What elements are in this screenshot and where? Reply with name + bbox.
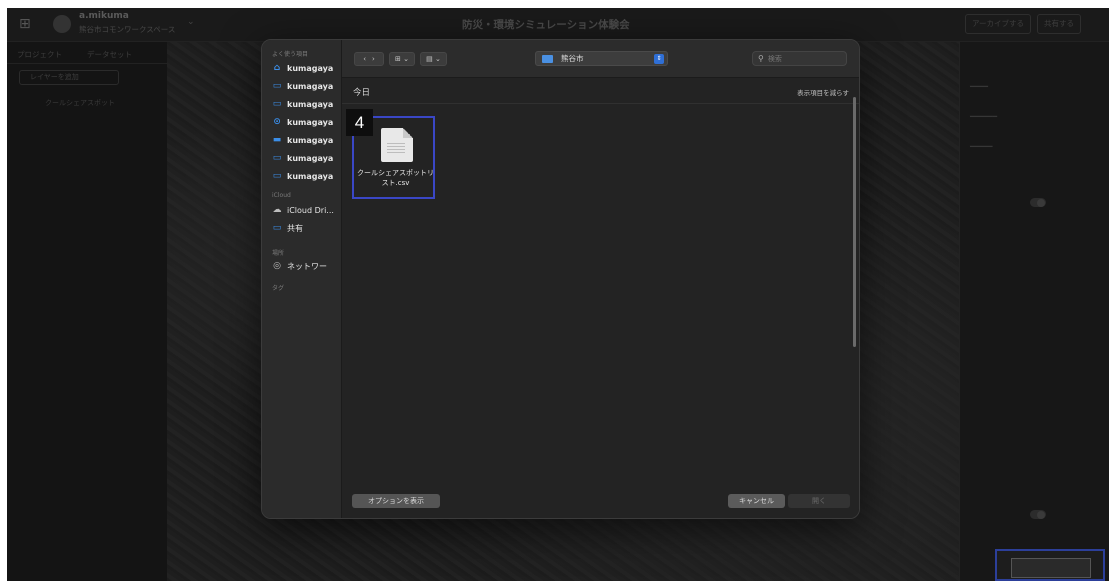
file-browser: 今日 表示項目を減らす クールシェアスポットリスト.csv 4 オプションを表示… xyxy=(342,79,859,518)
back-icon[interactable]: ‹ xyxy=(363,55,366,63)
workspace-name: 熊谷市コモンワークスペース xyxy=(79,25,176,34)
user-name: a.mikuma xyxy=(79,11,129,21)
project-title: 防災・環境シミュレーション体験会 xyxy=(462,19,630,31)
panel-line: ━━━━━ xyxy=(970,142,993,151)
sidebar-item-label: kumagaya xyxy=(287,171,334,181)
step-badge: 4 xyxy=(346,109,373,136)
show-fewer-link[interactable]: 表示項目を減らす xyxy=(797,87,849,97)
sidebar-item-folder[interactable]: ▭ kumagaya xyxy=(271,151,334,165)
open-button[interactable]: 開く xyxy=(788,494,850,508)
forward-icon[interactable]: › xyxy=(372,55,375,63)
tab-project[interactable]: プロジェクト xyxy=(17,49,62,60)
path-label: 熊谷市 xyxy=(561,54,584,63)
network-icon: ◎ xyxy=(273,261,281,271)
finder-sidebar: よく使う項目 ⌂ kumagaya ▭ kumagaya ▭ kumagaya … xyxy=(262,40,342,518)
panel-line: ━━━━ xyxy=(970,82,989,91)
cancel-button[interactable]: キャンセル xyxy=(728,494,785,508)
grid-view-icon: ⊞ ⌄ xyxy=(395,55,409,63)
search-input[interactable]: ⚲ 検索 xyxy=(752,51,847,66)
folder-icon: ▭ xyxy=(272,153,282,163)
path-popup[interactable]: 熊谷市 ⇕ xyxy=(535,51,668,66)
dialog-toolbar: ‹ › ⊞ ⌄ ▤ ⌄ 熊谷市 ⇕ ⚲ 検索 xyxy=(342,40,859,78)
search-icon: ⚲ xyxy=(758,54,764,63)
archive-button[interactable]: アーカイブする xyxy=(965,14,1032,34)
folder-icon: ▭ xyxy=(272,99,282,109)
csv-file-icon xyxy=(381,128,413,162)
chevron-updown-icon: ⇕ xyxy=(654,54,664,64)
icon-view-button[interactable]: ⊞ ⌄ xyxy=(389,52,415,66)
file-name: クールシェアスポットリスト.csv xyxy=(357,169,434,187)
apps-grid-icon[interactable]: ⊞ xyxy=(19,16,37,34)
sidebar-item-label: ネットワー xyxy=(287,261,327,271)
scrollbar[interactable] xyxy=(853,97,856,347)
show-options-button[interactable]: オプションを表示 xyxy=(352,494,440,508)
home-icon: ⌂ xyxy=(273,63,281,73)
sidebar-item-desktop[interactable]: ▬ kumagaya xyxy=(271,133,334,147)
download-icon: ⊙ xyxy=(273,117,281,127)
sidebar-item-network[interactable]: ◎ ネットワー xyxy=(271,259,327,273)
sidebar-item-folder[interactable]: ▭ kumagaya xyxy=(271,79,334,93)
desktop-icon: ▬ xyxy=(272,135,282,145)
panel-line: ━━━━━━ xyxy=(970,112,998,121)
back-forward-buttons[interactable]: ‹ › xyxy=(354,52,384,66)
chevron-down-icon[interactable]: ⌄ xyxy=(187,17,195,27)
toggle-switch[interactable] xyxy=(1030,198,1046,207)
right-panel: ━━━━ ━━━━━━ ━━━━━ xyxy=(959,42,1109,581)
sidebar-item-label: iCloud Dri... xyxy=(287,205,334,215)
folder-icon xyxy=(542,54,553,63)
section-title: 今日 xyxy=(353,88,371,98)
sidebar-item-home[interactable]: ⌂ kumagaya xyxy=(271,61,333,75)
favorites-heading: よく使う項目 xyxy=(272,51,309,58)
sidebar-item-shared[interactable]: ▭ 共有 xyxy=(271,221,303,235)
icloud-heading: iCloud xyxy=(272,192,291,199)
sidebar-item-label: 共有 xyxy=(287,223,303,233)
locations-heading: 場所 xyxy=(272,250,285,257)
tab-dataset[interactable]: データセット xyxy=(87,49,132,60)
sidebar-item-label: kumagaya xyxy=(287,63,334,73)
sidebar-item-label: kumagaya xyxy=(287,117,334,127)
sidebar-item-label: kumagaya xyxy=(287,81,334,91)
sidebar-item-icloud-drive[interactable]: ☁ iCloud Dri... xyxy=(271,203,334,217)
tags-heading: タグ xyxy=(272,285,285,292)
shared-folder-icon: ▭ xyxy=(272,223,282,233)
cloud-icon: ☁ xyxy=(272,205,282,215)
group-button[interactable]: ▤ ⌄ xyxy=(420,52,447,66)
sidebar-item-downloads[interactable]: ⊙ kumagaya xyxy=(271,115,333,129)
search-placeholder: 検索 xyxy=(767,54,782,63)
folder-icon: ▭ xyxy=(272,81,282,91)
sidebar-item-label: kumagaya xyxy=(287,99,334,109)
file-open-dialog: よく使う項目 ⌂ kumagaya ▭ kumagaya ▭ kumagaya … xyxy=(261,39,860,519)
avatar[interactable] xyxy=(53,15,71,33)
app-topbar: ⊞ a.mikuma 熊谷市コモンワークスペース ⌄ 防災・環境シミュレーション… xyxy=(7,8,1109,42)
layer-item[interactable]: クールシェアスポット xyxy=(45,98,115,108)
folder-icon: ▭ xyxy=(272,171,282,181)
sidebar-item-folder[interactable]: ▭ kumagaya xyxy=(271,97,334,111)
minimap[interactable] xyxy=(995,549,1105,581)
add-layer-button[interactable]: レイヤーを追加 xyxy=(19,70,119,85)
sidebar-item-label: kumagaya xyxy=(287,135,334,145)
divider xyxy=(342,103,859,104)
toggle-switch[interactable] xyxy=(1030,510,1046,519)
group-icon: ▤ ⌄ xyxy=(426,55,441,63)
sidebar-item-label: kumagaya xyxy=(287,153,334,163)
left-panel-tabs: プロジェクト データセット xyxy=(7,42,167,64)
sidebar-item-folder[interactable]: ▭ kumagaya xyxy=(271,169,334,183)
share-button[interactable]: 共有する xyxy=(1037,14,1081,34)
